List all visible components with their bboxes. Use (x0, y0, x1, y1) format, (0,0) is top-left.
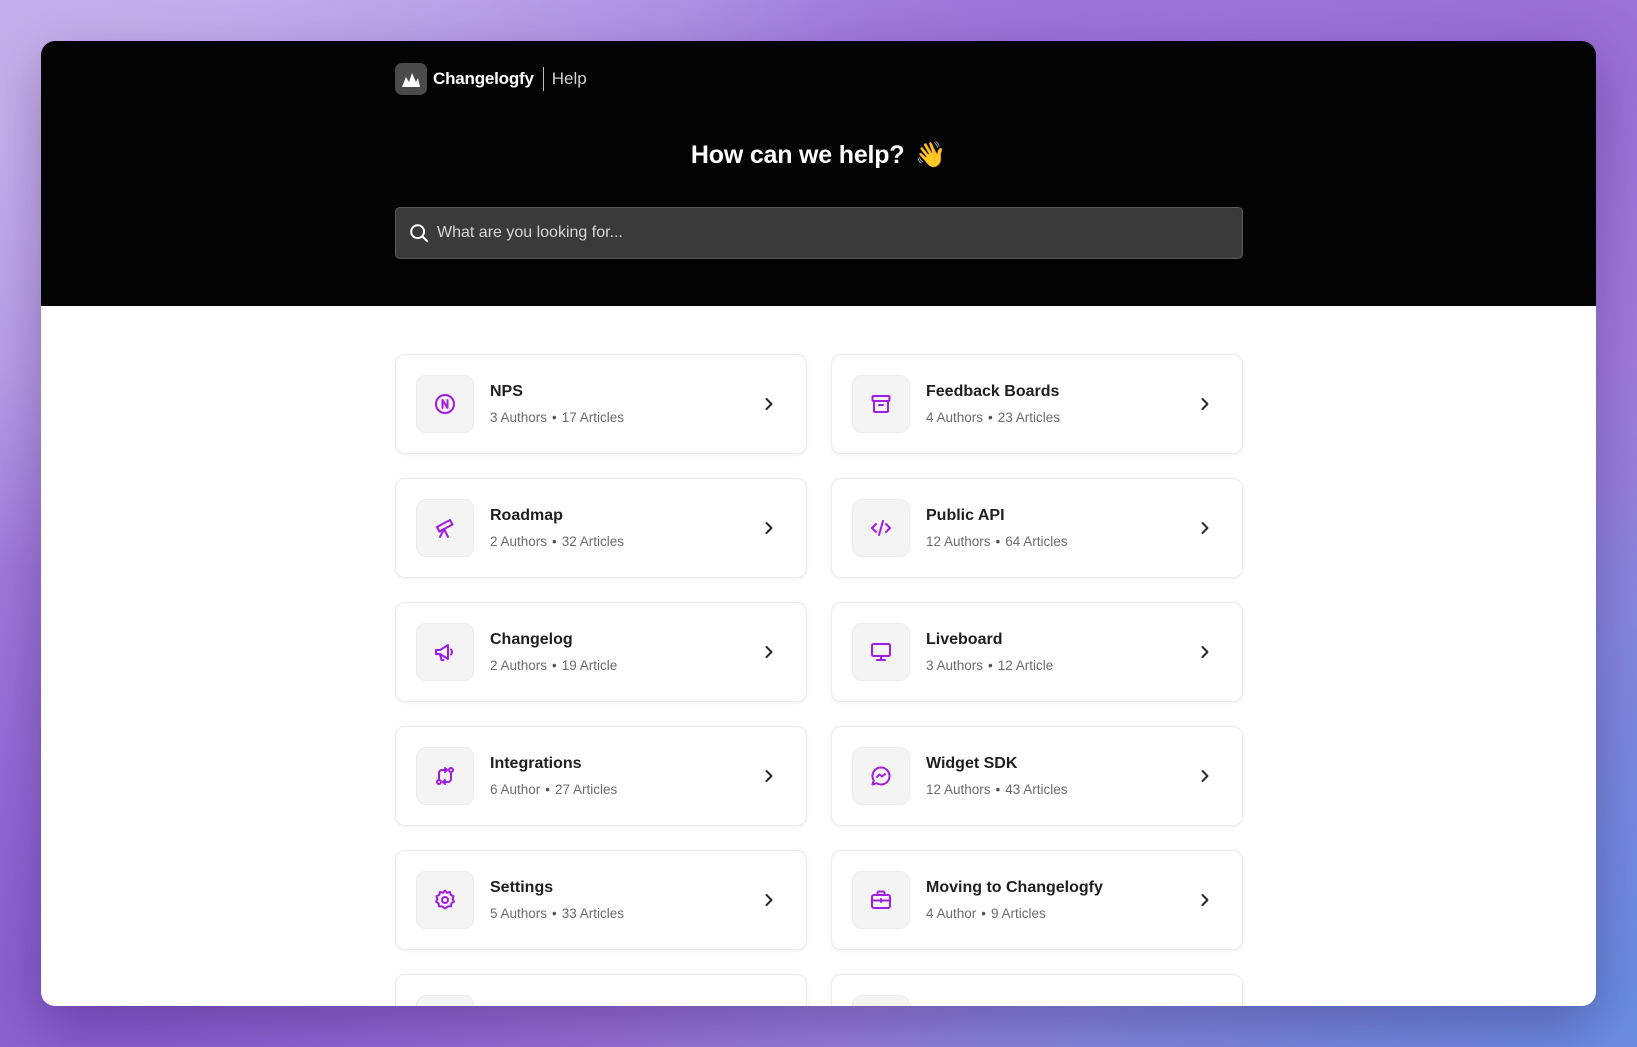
meta-separator: • (981, 906, 987, 921)
megaphone-icon (416, 623, 474, 681)
brand-name: Changelogfy (433, 69, 534, 88)
category-title: Integrations (490, 755, 582, 772)
chevron-right-icon (1194, 889, 1216, 911)
author-count: 12 Authors (926, 534, 991, 549)
category-title: Moving to Changelogfy (926, 879, 1103, 896)
author-count: 2 Authors (490, 658, 548, 673)
author-count: 4 Authors (926, 410, 984, 425)
chevron-right-icon (758, 393, 780, 415)
message-icon (852, 747, 910, 805)
category-meta: 4 Author • 9 Articles (926, 906, 1103, 921)
category-icon (416, 995, 474, 1006)
category-card-nps[interactable]: NPS 3 Authors • 17 Articles (395, 354, 807, 454)
category-title: Changelog (490, 631, 573, 648)
author-count: 3 Authors (490, 410, 548, 425)
category-card-partial-left[interactable] (395, 974, 807, 1006)
author-count: 6 Author (490, 782, 541, 797)
chevron-right-icon (1194, 393, 1216, 415)
meta-separator: • (988, 658, 993, 673)
chevron-right-icon (1194, 517, 1216, 539)
meta-separator: • (552, 906, 557, 921)
category-title: Settings (490, 879, 554, 896)
hero-header: Changelogfy Help How can we help? 👋 (41, 41, 1596, 306)
category-title: NPS (490, 383, 523, 400)
search-bar[interactable] (395, 207, 1243, 259)
meta-separator: • (995, 782, 1001, 797)
category-card-feedback-boards[interactable]: Feedback Boards 4 Authors • 23 Articles (831, 354, 1243, 454)
brand[interactable]: Changelogfy Help (395, 62, 587, 96)
category-card-changelog[interactable]: Changelog 2 Authors • 19 Article (395, 602, 807, 702)
page-title: How can we help? 👋 (41, 141, 1596, 170)
archive-icon (852, 375, 910, 433)
category-card-widget-sdk[interactable]: Widget SDK 12 Authors • 43 Articles (831, 726, 1243, 826)
category-meta: 5 Authors • 33 Articles (490, 906, 624, 921)
category-meta: 4 Authors • 23 Articles (926, 410, 1060, 425)
author-count: 3 Authors (926, 658, 984, 673)
category-title: Liveboard (926, 631, 1003, 648)
search-icon (408, 222, 430, 244)
chevron-right-icon (758, 765, 780, 787)
category-card-liveboard[interactable]: Liveboard 3 Authors • 12 Article (831, 602, 1243, 702)
category-card-roadmap[interactable]: Roadmap 2 Authors • 32 Articles (395, 478, 807, 578)
telescope-icon (416, 499, 474, 557)
category-title: Roadmap (490, 507, 563, 524)
category-card-integrations[interactable]: Integrations 6 Author • 27 Articles (395, 726, 807, 826)
category-title: Public API (926, 507, 1005, 524)
author-count: 12 Authors (926, 782, 991, 797)
meta-separator: • (552, 658, 557, 673)
chevron-right-icon (758, 517, 780, 539)
article-count: 43 Articles (1005, 782, 1068, 797)
category-icon (852, 995, 910, 1006)
article-count: 64 Articles (1005, 534, 1068, 549)
chevron-right-icon (1194, 641, 1216, 663)
category-meta: 3 Authors • 12 Article (926, 658, 1053, 673)
chevron-right-icon (1194, 765, 1216, 787)
nps-icon (416, 375, 474, 433)
meta-separator: • (552, 410, 557, 425)
page-title-text: How can we help? (690, 141, 905, 169)
help-center-window: Changelogfy Help How can we help? 👋 What… (41, 41, 1596, 1006)
category-card-public-api[interactable]: Public API 12 Authors • 64 Articles (831, 478, 1243, 578)
category-card-moving-to-changelogfy[interactable]: Moving to Changelogfy 4 Author • 9 Article… (831, 850, 1243, 950)
author-count: 2 Authors (490, 534, 548, 549)
waving-hand-emoji: 👋 (915, 141, 947, 169)
briefcase-icon (852, 871, 910, 929)
category-card-settings[interactable]: Settings 5 Authors • 33 Articles (395, 850, 807, 950)
changelogfy-logo-icon (395, 63, 427, 95)
brand-divider (542, 67, 544, 91)
category-meta: 3 Authors • 17 Articles (490, 410, 624, 425)
article-count: 23 Articles (997, 410, 1061, 425)
author-count: 5 Authors (490, 906, 548, 921)
brand-section: Help (551, 69, 587, 88)
category-title: Feedback Boards (926, 383, 1060, 400)
chevron-right-icon (758, 889, 780, 911)
category-title: Widget SDK (926, 755, 1018, 772)
category-grid: NPS 3 Authors • 17 Articles Feedback Board… (395, 354, 1243, 1006)
search-input[interactable] (437, 224, 1217, 242)
article-count: 32 Articles (561, 534, 625, 549)
chevron-right-icon (758, 641, 780, 663)
article-count: 19 Article (561, 658, 618, 673)
category-card-partial-right[interactable] (831, 974, 1243, 1006)
meta-separator: • (988, 410, 993, 425)
code-icon (852, 499, 910, 557)
swap-icon (416, 747, 474, 805)
monitor-icon (852, 623, 910, 681)
meta-separator: • (995, 534, 1001, 549)
author-count: 4 Author (926, 906, 977, 921)
category-meta: 2 Authors • 19 Article (490, 658, 617, 673)
category-meta: 6 Author • 27 Articles (490, 782, 617, 797)
article-count: 33 Articles (561, 906, 625, 921)
meta-separator: • (545, 782, 551, 797)
meta-separator: • (552, 534, 557, 549)
category-meta: 12 Authors • 64 Articles (926, 534, 1068, 549)
category-meta: 2 Authors • 32 Articles (490, 534, 624, 549)
article-count: 27 Articles (555, 782, 618, 797)
article-count: 17 Articles (561, 410, 625, 425)
gear-icon (416, 871, 474, 929)
category-meta: 12 Authors • 43 Articles (926, 782, 1068, 797)
article-count: 9 Articles (991, 906, 1046, 921)
article-count: 12 Article (997, 658, 1054, 673)
